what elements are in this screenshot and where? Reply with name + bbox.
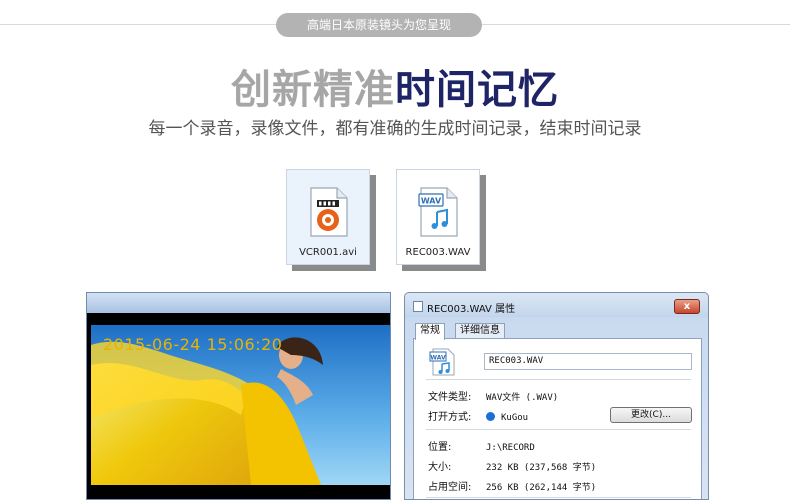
wav-badge: WAV (421, 197, 442, 206)
wav-file-icon: WAV (417, 186, 461, 238)
file-vcr001[interactable]: VCR001.avi (286, 169, 370, 265)
headline-part1: 创新精准 (231, 67, 395, 113)
disk-size-label: 占用空间: (428, 482, 472, 493)
location-label: 位置: (428, 442, 452, 453)
dialog-icon-badge: WAV (430, 354, 446, 361)
file-type-label: 文件类型: (428, 392, 472, 403)
kugou-icon (486, 412, 495, 421)
disk-size-row: 占用空间: 256 KB (262,144 字节) (428, 478, 596, 493)
headline: 创新精准时间记忆 (0, 66, 790, 114)
location-row: 位置: J:\RECORD (428, 438, 535, 453)
dialog-body: WAV REC003.WAV 文件类型: WAV文件 (.WAV) 打开方式: Ku… (413, 338, 702, 499)
change-button[interactable]: 更改(C)... (610, 407, 692, 423)
divider (426, 497, 691, 498)
dialog-title: REC003.WAV 属性 (427, 304, 516, 315)
size-value: 232 KB (237,568 字节) (486, 463, 597, 473)
dialog-file-icon (413, 301, 423, 312)
open-with-label: 打开方式: (428, 412, 472, 423)
open-with-row: 打开方式: KuGou (428, 408, 528, 423)
properties-dialog: REC003.WAV 属性 x 常规 详细信息 WAV REC003.WAV 文… (404, 292, 709, 500)
file-type-row: 文件类型: WAV文件 (.WAV) (428, 388, 558, 403)
video-timestamp: 2015-06-24 15:06:20 (103, 335, 283, 354)
disk-size-value: 256 KB (262,144 字节) (486, 483, 597, 493)
file-type-value: WAV文件 (.WAV) (486, 393, 559, 403)
file-rec003[interactable]: WAV REC003.WAV (396, 169, 480, 265)
subheadline: 每一个录音，录像文件，都有准确的生成时间记录，结束时间记录 (148, 119, 642, 139)
divider (426, 379, 691, 380)
video-file-icon (307, 186, 351, 238)
video-preview-window: 2015-06-24 15:06:20 (86, 292, 391, 500)
tab-general[interactable]: 常规 (415, 323, 445, 340)
dialog-close-button[interactable]: x (674, 299, 700, 314)
divider (426, 429, 691, 430)
wav-file-icon: WAV (428, 347, 458, 377)
location-value: J:\RECORD (486, 443, 535, 453)
size-row: 大小: 232 KB (237,568 字节) (428, 458, 596, 473)
headline-part2: 时间记忆 (395, 67, 559, 113)
open-with-value: KuGou (501, 413, 529, 423)
banner-pill: 高端日本原装镜头为您呈现 (276, 13, 482, 37)
tab-details[interactable]: 详细信息 (455, 323, 505, 339)
filename-input[interactable]: REC003.WAV (484, 353, 692, 370)
video-titlebar (87, 293, 390, 313)
file-name: VCR001.avi (299, 247, 357, 258)
file-name: REC003.WAV (405, 247, 471, 258)
size-label: 大小: (428, 462, 452, 473)
